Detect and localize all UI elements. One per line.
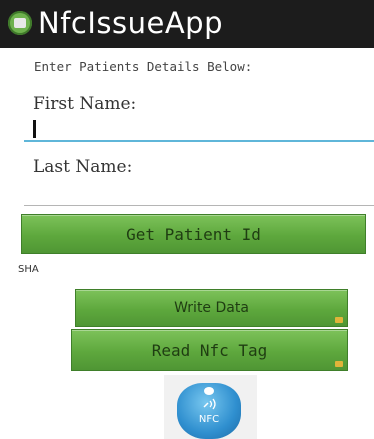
read-nfc-tag-label: Read Nfc Tag (151, 340, 268, 360)
first-name-label: First Name: (33, 94, 137, 114)
write-data-button[interactable]: Write Data (75, 289, 348, 327)
last-name-input[interactable] (24, 180, 374, 206)
get-patient-id-label: Get Patient Id (126, 224, 261, 244)
nfc-label: NFC (198, 414, 220, 425)
hash-output-text: SHA (18, 264, 39, 275)
read-nfc-tag-button[interactable]: Read Nfc Tag (71, 329, 348, 371)
nfc-tag-image-button[interactable]: NFC (164, 375, 257, 439)
nfc-tag-icon: NFC (177, 383, 241, 439)
nfc-tag-hole (204, 387, 214, 395)
first-name-input[interactable] (24, 116, 374, 142)
last-name-label: Last Name: (33, 157, 133, 177)
button-corner-mark (335, 361, 343, 367)
app-title: NfcIssueApp (38, 6, 223, 40)
get-patient-id-button[interactable]: Get Patient Id (21, 214, 366, 254)
button-corner-mark (335, 317, 343, 323)
app-screen: NfcIssueApp Enter Patients Details Below… (0, 0, 374, 439)
android-app-icon (8, 11, 32, 35)
nfc-waves-icon (203, 398, 216, 410)
instructions-text: Enter Patients Details Below: (34, 59, 253, 74)
text-cursor (33, 120, 36, 138)
write-data-label: Write Data (174, 300, 249, 316)
action-bar: NfcIssueApp (0, 0, 374, 48)
